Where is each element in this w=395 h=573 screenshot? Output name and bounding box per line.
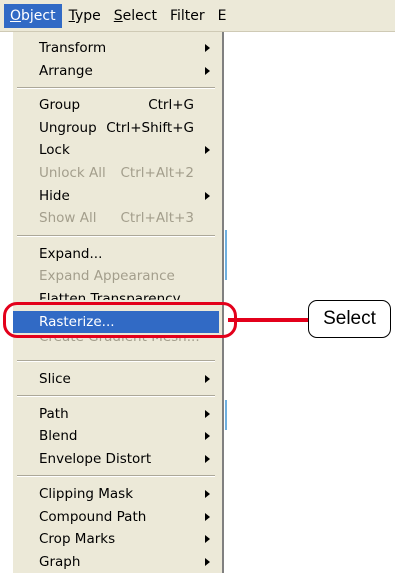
menu-item-label: Expand Appearance <box>39 268 175 284</box>
menu-item-arrange[interactable]: Arrange <box>13 60 219 82</box>
submenu-arrow-icon <box>205 513 210 521</box>
menu-item-blend[interactable]: Blend <box>13 425 219 447</box>
menu-item-hide[interactable]: Hide <box>13 185 219 207</box>
menubar-object[interactable]: Object <box>4 3 62 28</box>
submenu-arrow-icon <box>205 67 210 75</box>
menubar-effect-mnemonic: E <box>217 7 227 24</box>
menu-item-shortcut: Ctrl+Shift+G <box>106 120 194 136</box>
artwork-edge <box>225 400 227 430</box>
callout-connector <box>228 318 310 322</box>
callout-label: Select <box>308 300 391 338</box>
callout-highlight-ring <box>3 302 237 338</box>
menu-separator <box>17 475 215 477</box>
menu-item-label: Path <box>39 406 69 422</box>
menu-item-crop-marks[interactable]: Crop Marks <box>13 528 219 550</box>
submenu-arrow-icon <box>205 146 210 154</box>
submenu-arrow-icon <box>205 432 210 440</box>
menu-item-unlock-all: Unlock All Ctrl+Alt+2 <box>13 162 219 184</box>
menu-item-label: Expand... <box>39 246 103 262</box>
submenu-arrow-icon <box>205 192 210 200</box>
submenu-arrow-icon <box>205 490 210 498</box>
menubar-effect[interactable]: E <box>212 4 233 28</box>
menu-item-label: Flatten Transparency... <box>39 291 192 300</box>
menu-item-group[interactable]: Group Ctrl+G <box>13 94 219 116</box>
menu-item-label: Unlock All <box>39 165 106 181</box>
menu-item-envelope-distort[interactable]: Envelope Distort <box>13 448 219 470</box>
menu-item-lock[interactable]: Lock <box>13 139 219 161</box>
menu-item-flatten-transparency[interactable]: Flatten Transparency... <box>13 288 219 300</box>
menu-item-slice[interactable]: Slice <box>13 368 219 390</box>
menu-item-graph[interactable]: Graph <box>13 551 219 573</box>
menu-item-shortcut: Ctrl+Alt+2 <box>120 165 194 181</box>
menubar-object-rest: bject <box>21 7 56 24</box>
menu-item-label: Crop Marks <box>39 531 116 547</box>
menu-item-clipping-mask[interactable]: Clipping Mask <box>13 483 219 505</box>
menu-item-label: Arrange <box>39 63 93 79</box>
menu-separator <box>17 395 215 397</box>
menu-item-label: Slice <box>39 371 71 387</box>
menu-item-show-all: Show All Ctrl+Alt+3 <box>13 207 219 229</box>
menu-item-label: Hide <box>39 188 70 204</box>
menu-item-shortcut: Ctrl+G <box>148 97 194 113</box>
menubar-type[interactable]: Type <box>63 4 107 28</box>
menubar-type-rest: ype <box>74 7 101 24</box>
submenu-arrow-icon <box>205 375 210 383</box>
submenu-arrow-icon <box>205 558 210 566</box>
menu-item-label: Transform <box>39 40 107 56</box>
menu-separator <box>17 87 215 89</box>
menu-item-label: Graph <box>39 554 81 570</box>
submenu-arrow-icon <box>205 535 210 543</box>
menu-separator <box>17 235 215 237</box>
menu-item-transform[interactable]: Transform <box>13 37 219 59</box>
menubar-select-mnemonic: S <box>113 7 123 24</box>
menu-item-compound-path[interactable]: Compound Path <box>13 506 219 528</box>
menu-item-expand[interactable]: Expand... <box>13 243 219 265</box>
menu-item-ungroup[interactable]: Ungroup Ctrl+Shift+G <box>13 117 219 139</box>
menu-item-label: Clipping Mask <box>39 486 134 502</box>
menu-separator <box>17 360 215 362</box>
menu-item-label: Envelope Distort <box>39 451 152 467</box>
menu-item-label: Show All <box>39 210 97 226</box>
menu-item-label: Create Gradient Mesh... <box>39 337 200 345</box>
menubar-object-mnemonic: O <box>10 7 22 24</box>
menu-item-shortcut: Ctrl+Alt+3 <box>120 210 194 226</box>
menubar-filter[interactable]: Filter <box>164 4 211 28</box>
menu-item-label: Lock <box>39 142 70 158</box>
menu-item-label: Ungroup <box>39 120 97 136</box>
artwork-edge <box>225 230 227 280</box>
menubar-select-rest: elect <box>122 7 157 24</box>
submenu-arrow-icon <box>205 455 210 463</box>
menu-item-expand-appearance: Expand Appearance <box>13 265 219 287</box>
menu-item-label: Group <box>39 97 81 113</box>
menu-item-create-gradient-mesh: Create Gradient Mesh... <box>13 337 219 349</box>
submenu-arrow-icon <box>205 44 210 52</box>
menu-item-path[interactable]: Path <box>13 403 219 425</box>
menu-item-label: Compound Path <box>39 509 147 525</box>
menu-bar: Object Type Select Filter E <box>0 0 395 32</box>
menubar-filter-label: Filter <box>169 7 205 24</box>
submenu-arrow-icon <box>205 410 210 418</box>
menu-item-label: Blend <box>39 428 78 444</box>
menubar-select[interactable]: Select <box>108 4 163 28</box>
